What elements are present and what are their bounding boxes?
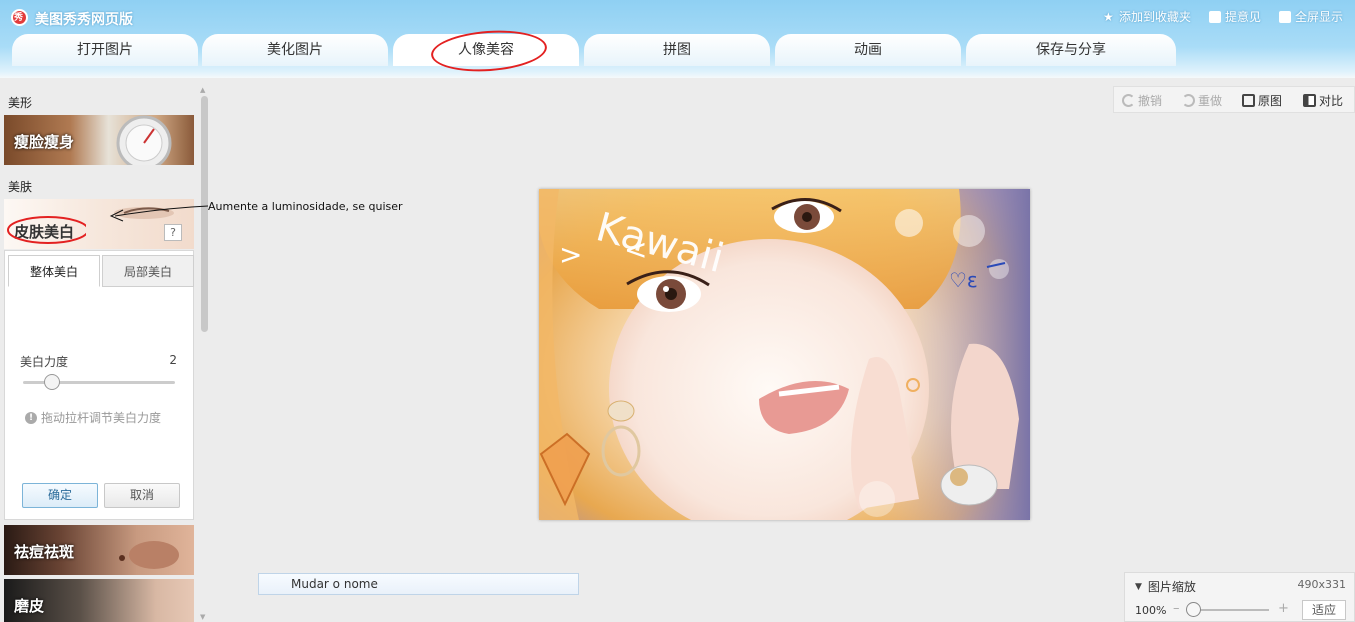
red-circle-annotation (429, 27, 549, 75)
whiten-hint-text: 拖动拉杆调节美白力度 (41, 411, 162, 425)
compare-icon (1303, 94, 1316, 107)
fullscreen-link[interactable]: 全屏显示 (1278, 8, 1343, 25)
scroll-down-arrow-icon[interactable]: ▼ (200, 613, 208, 621)
whiten-hint: ! 拖动拉杆调节美白力度 (25, 409, 161, 426)
original-button[interactable]: 原图 (1242, 92, 1282, 109)
main-tabs: 打开图片 美化图片 人像美容 拼图 动画 保存与分享 (0, 27, 1355, 75)
tab-open-image[interactable]: 打开图片 (12, 34, 198, 66)
tab-whole-whiten[interactable]: 整体美白 (8, 255, 100, 287)
help-button[interactable]: ? (164, 224, 182, 241)
tab-portrait[interactable]: 人像美容 (393, 27, 579, 75)
tab-collage[interactable]: 拼图 (584, 34, 770, 66)
rename-field[interactable]: Mudar o nome (258, 573, 579, 595)
star-icon: ★ (1102, 9, 1114, 24)
collapse-triangle-icon: ▼ (1135, 581, 1142, 592)
left-panel: 美形 瘦脸瘦身 美肤 皮肤美白 ? ▲ ▼ 整体美白 局部美白 美白力度 2 !… (0, 78, 208, 622)
feedback-link[interactable]: 提意见 (1208, 8, 1261, 25)
whiten-strength-value: 2 (169, 353, 177, 367)
red-circle-annotation (7, 216, 86, 244)
app-logo-icon (11, 9, 28, 26)
svg-text:>: > (559, 238, 582, 271)
svg-text:<: < (624, 233, 647, 266)
info-icon: ! (25, 411, 37, 424)
compare-button[interactable]: 对比 (1303, 92, 1343, 109)
redo-button[interactable]: 重做 (1182, 92, 1222, 109)
zoom-out-button[interactable]: – (1173, 601, 1180, 616)
scroll-up-arrow-icon[interactable]: ▲ (200, 86, 208, 94)
confirm-button[interactable]: 确定 (22, 483, 98, 508)
zoom-in-button[interactable]: + (1278, 601, 1289, 616)
edit-toolbar: 撤销 重做 原图 对比 (1113, 86, 1355, 113)
portrait-image: Kawaii > < ♡ε (539, 189, 1030, 520)
app-title: 美图秀秀网页版 (35, 12, 133, 28)
zoom-title[interactable]: ▼ 图片缩放 (1135, 578, 1196, 595)
annotation-arrow-icon (109, 205, 209, 222)
svg-text:♡ε: ♡ε (949, 268, 978, 292)
edited-photo[interactable]: Kawaii > < ♡ε (539, 189, 1030, 520)
annotation-text: Aumente a luminosidade, se quiser (208, 200, 403, 213)
acne-removal-label: 祛痘祛斑 (14, 543, 75, 561)
smooth-skin-label: 磨皮 (14, 597, 45, 615)
redo-icon (1182, 94, 1195, 107)
original-image-icon (1242, 94, 1255, 107)
image-dimensions: 490x331 (1297, 578, 1346, 591)
tab-animation[interactable]: 动画 (775, 34, 961, 66)
tab-save-share[interactable]: 保存与分享 (966, 34, 1176, 66)
fit-button[interactable]: 适应 (1302, 600, 1346, 620)
add-favorite-link[interactable]: ★ 添加到收藏夹 (1103, 8, 1191, 25)
section-skin-label: 美肤 (8, 180, 33, 194)
slim-face-thumb[interactable]: 瘦脸瘦身 (4, 115, 194, 165)
cancel-button[interactable]: 取消 (104, 483, 180, 508)
smooth-skin-thumb[interactable]: 磨皮 (4, 579, 194, 622)
section-shape-label: 美形 (8, 96, 33, 110)
whiten-strength-label: 美白力度 (20, 355, 69, 369)
acne-removal-thumb[interactable]: 祛痘祛斑 (4, 525, 194, 575)
zoom-percent: 100% (1135, 604, 1167, 617)
app-header: 美图秀秀网页版 ★ 添加到收藏夹 提意见 全屏显示 打开图片 美化图片 人像美容… (0, 0, 1355, 78)
zoom-slider-knob[interactable] (1186, 602, 1201, 617)
whiten-strength-knob[interactable] (44, 374, 60, 390)
slim-face-label: 瘦脸瘦身 (14, 133, 75, 151)
feedback-icon (1208, 10, 1221, 23)
undo-icon (1122, 94, 1135, 107)
fullscreen-icon (1278, 10, 1291, 23)
undo-button[interactable]: 撤销 (1122, 92, 1162, 109)
top-actions: ★ 添加到收藏夹 提意见 全屏显示 (1103, 8, 1343, 25)
tab-beautify[interactable]: 美化图片 (202, 34, 388, 66)
zoom-panel: ▼ 图片缩放 490x331 100% – + 适应 (1124, 572, 1355, 622)
whiten-subtabs: 整体美白 局部美白 (8, 255, 194, 287)
tab-partial-whiten[interactable]: 局部美白 (102, 255, 194, 287)
left-scrollbar[interactable]: ▲ ▼ (200, 86, 208, 622)
whiten-settings-panel: 整体美白 局部美白 美白力度 2 ! 拖动拉杆调节美白力度 确定 取消 (4, 250, 194, 520)
